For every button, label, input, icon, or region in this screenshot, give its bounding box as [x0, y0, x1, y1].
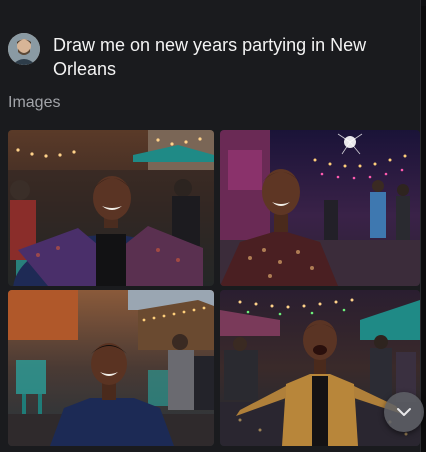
generated-image-2[interactable]	[220, 130, 420, 286]
image-grid	[8, 130, 420, 446]
chat-panel: Draw me on new years partying in New Orl…	[0, 0, 421, 452]
images-label: Images	[8, 94, 61, 111]
generated-image-1[interactable]	[8, 130, 214, 286]
generated-image-3[interactable]	[8, 290, 214, 446]
scroll-down-button[interactable]	[384, 392, 424, 432]
user-message: Draw me on new years partying in New Orl…	[8, 33, 408, 81]
chevron-down-icon	[397, 408, 411, 416]
user-avatar[interactable]	[8, 33, 40, 65]
prompt-text: Draw me on new years partying in New Orl…	[53, 35, 367, 79]
